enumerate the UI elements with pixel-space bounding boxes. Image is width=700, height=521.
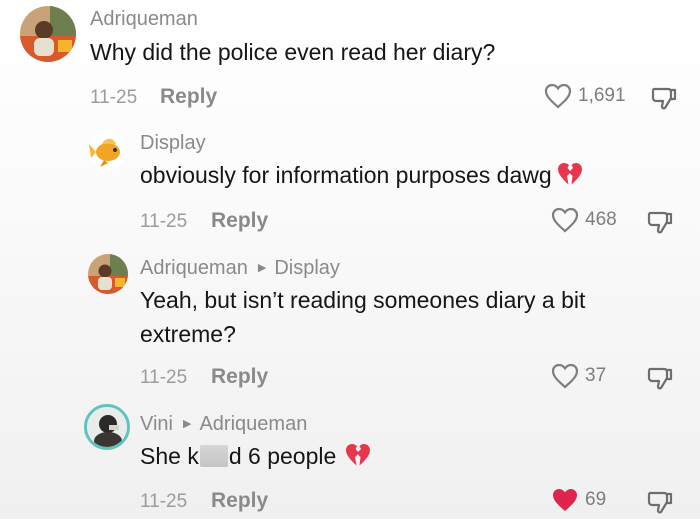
dislike-button[interactable]: [650, 84, 678, 117]
reply-arrow-icon: ▶: [183, 418, 192, 430]
comment-text-end: d 6 people: [228, 443, 337, 469]
comment-date: 11-25: [140, 367, 188, 388]
dislike-button[interactable]: [646, 364, 674, 397]
like-button[interactable]: 1,691: [544, 83, 626, 109]
avatar[interactable]: [20, 6, 76, 62]
heart-filled-icon: [553, 489, 577, 511]
avatar[interactable]: [88, 130, 128, 170]
comment-author[interactable]: Display: [140, 132, 206, 155]
comment-2: Display obviously for information purpos…: [0, 120, 700, 250]
comment-date: 11-25: [90, 87, 138, 108]
heart-icon: [551, 207, 579, 233]
like-button[interactable]: 69: [551, 487, 606, 513]
reply-arrow-icon: ▶: [257, 262, 267, 274]
heart-icon: [544, 83, 572, 109]
like-button[interactable]: 37: [551, 363, 606, 389]
dislike-button[interactable]: [646, 208, 674, 241]
comment-text-start: She k: [140, 443, 199, 469]
heart-icon: [551, 363, 579, 389]
comment-author[interactable]: Vini: [140, 413, 173, 435]
like-count: 69: [585, 489, 607, 510]
comment-text: Yeah, but isn’t reading someones diary a…: [140, 283, 585, 351]
like-count: 1,691: [578, 85, 626, 106]
comment-author-line: Adriqueman ▶ Display: [140, 257, 340, 280]
comment-3: Adriqueman ▶ Display Yeah, but isn’t readi…: [0, 250, 700, 400]
like-count: 37: [585, 365, 607, 386]
comment-text-content: obviously for information purposes dawg: [140, 162, 552, 188]
reply-button[interactable]: Reply: [211, 365, 268, 389]
reply-to-author[interactable]: Adriqueman: [199, 413, 307, 435]
thumbs-down-icon: [651, 87, 677, 110]
like-button[interactable]: 468: [551, 207, 617, 233]
avatar[interactable]: [88, 254, 128, 294]
reply-button[interactable]: Reply: [211, 209, 268, 233]
comment-text-line: Yeah, but isn’t reading someones diary a…: [140, 287, 586, 313]
reply-button[interactable]: Reply: [160, 85, 217, 109]
thumbs-down-icon: [647, 211, 673, 234]
comment-date: 11-25: [140, 211, 188, 232]
comment-author-line: Vini ▶ Adriqueman: [140, 413, 307, 436]
broken-heart-icon: [346, 444, 371, 466]
comment-text-line: extreme?: [140, 321, 236, 347]
reply-to-author[interactable]: Display: [274, 257, 340, 279]
comment-text: She k d 6 people: [140, 439, 372, 473]
comment-text: obviously for information purposes dawg: [140, 158, 584, 192]
comment-text: Why did the police even read her diary?: [90, 39, 496, 65]
reply-button[interactable]: Reply: [211, 489, 268, 513]
comment-author[interactable]: Adriqueman: [140, 257, 248, 279]
thumbs-down-icon: [647, 491, 673, 514]
comment-author[interactable]: Adriqueman: [90, 8, 198, 31]
like-count: 468: [585, 209, 617, 230]
thumbs-down-icon: [647, 367, 673, 390]
broken-heart-icon: [557, 163, 582, 185]
censor-blur: [199, 445, 228, 467]
dislike-button[interactable]: [646, 488, 674, 521]
avatar[interactable]: [84, 404, 130, 450]
comment-4: Vini ▶ Adriqueman She k d 6 people 11-25 Re…: [0, 400, 700, 519]
comment-date: 11-25: [140, 491, 188, 512]
comment-1: Adriqueman Why did the police even read …: [0, 0, 700, 120]
